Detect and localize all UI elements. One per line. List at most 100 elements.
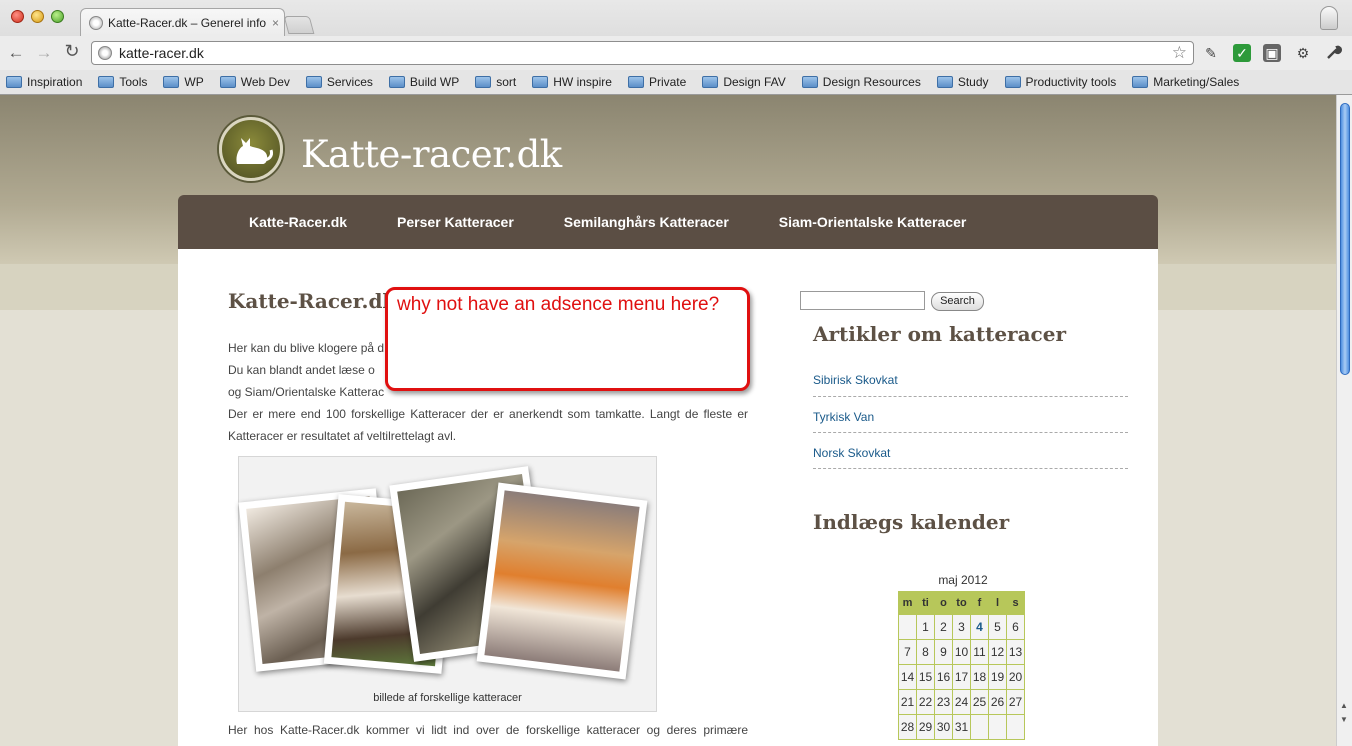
globe-icon xyxy=(98,46,112,60)
bookmark-folder[interactable]: sort xyxy=(475,75,516,89)
bookmark-folder[interactable]: Tools xyxy=(98,75,147,89)
calendar-empty-cell xyxy=(1007,715,1024,739)
calendar-day: 27 xyxy=(1007,690,1024,714)
site-title[interactable]: Katte-racer.dk xyxy=(301,133,562,176)
calendar-empty-cell xyxy=(899,615,916,639)
calendar-header: ti xyxy=(917,592,934,614)
bookmark-folder[interactable]: Marketing/Sales xyxy=(1132,75,1239,89)
folder-icon xyxy=(219,76,236,88)
calendar-day: 13 xyxy=(1007,640,1024,664)
calendar-day: 2 xyxy=(935,615,952,639)
gear-icon[interactable]: ⚙ xyxy=(1294,44,1312,62)
calendar-header: s xyxy=(1007,592,1024,614)
folder-icon xyxy=(98,76,115,88)
post-footer-text: Her hos Katte-Racer.dk kommer vi lidt in… xyxy=(228,723,748,737)
bookmark-star-icon[interactable]: ☆ xyxy=(1172,43,1187,63)
tab-close-icon[interactable]: × xyxy=(272,16,279,30)
calendar-day: 28 xyxy=(899,715,916,739)
url-text[interactable]: katte-racer.dk xyxy=(119,45,204,61)
calendar-day: 30 xyxy=(935,715,952,739)
folder-icon xyxy=(532,76,549,88)
scrollbar-thumb[interactable] xyxy=(1340,103,1350,375)
calendar-day: 1 xyxy=(917,615,934,639)
tab-title: Katte-Racer.dk – Generel info xyxy=(108,15,267,30)
bookmark-folder[interactable]: WP xyxy=(163,75,204,89)
bookmark-folder[interactable]: Design Resources xyxy=(801,75,921,89)
bookmark-folder[interactable]: Design FAV xyxy=(702,75,786,89)
calendar-day: 6 xyxy=(1007,615,1024,639)
forward-arrow-icon[interactable]: → xyxy=(34,43,54,63)
extension-pen-icon[interactable]: ✎ xyxy=(1202,44,1220,62)
calendar-day: 25 xyxy=(971,690,988,714)
image-gallery: billede af forskellige katteracer xyxy=(238,456,657,712)
reload-icon[interactable]: ↻ xyxy=(62,41,82,62)
article-link[interactable]: Tyrkisk Van xyxy=(813,397,1128,433)
nav-item-home[interactable]: Katte-Racer.dk xyxy=(249,214,347,230)
back-arrow-icon[interactable]: ← xyxy=(6,43,26,63)
calendar-day: 17 xyxy=(953,665,970,689)
page-scrollbar[interactable]: ▲ ▼ xyxy=(1336,95,1352,746)
profile-icon[interactable] xyxy=(1320,6,1338,30)
close-window-button[interactable] xyxy=(11,10,24,23)
calendar-day: 11 xyxy=(971,640,988,664)
browser-toolbar: ← → ↻ katte-racer.dk ☆ ✎ ✓ ▣ ⚙ xyxy=(0,36,1352,70)
web-page: Katte-racer.dk Katte-Racer.dk Perser Kat… xyxy=(0,95,1336,746)
post-title[interactable]: Katte-Racer.dk xyxy=(228,289,396,313)
calendar-day: 31 xyxy=(953,715,970,739)
articles-list: Sibirisk Skovkat Tyrkisk Van Norsk Skovk… xyxy=(813,361,1128,469)
bookmark-folder[interactable]: Productivity tools xyxy=(1004,75,1116,89)
folder-icon xyxy=(627,76,644,88)
extension-evernote-icon[interactable]: ✓ xyxy=(1233,44,1251,62)
folder-icon xyxy=(163,76,180,88)
minimize-window-button[interactable] xyxy=(31,10,44,23)
calendar-empty-cell xyxy=(989,715,1006,739)
folder-icon xyxy=(801,76,818,88)
new-tab-button[interactable] xyxy=(283,16,315,34)
search-button[interactable]: Search xyxy=(931,292,984,311)
article-link[interactable]: Norsk Skovkat xyxy=(813,433,1128,469)
nav-item-semilanghaar[interactable]: Semilanghårs Katteracer xyxy=(564,214,729,230)
folder-icon xyxy=(1004,76,1021,88)
bookmark-folder[interactable]: Study xyxy=(936,75,989,89)
calendar-day: 3 xyxy=(953,615,970,639)
search-input[interactable] xyxy=(800,291,925,310)
folder-icon xyxy=(6,76,22,88)
bookmark-folder[interactable]: Build WP xyxy=(388,75,459,89)
bookmark-folder[interactable]: HW inspire xyxy=(532,75,612,89)
calendar-header: f xyxy=(971,592,988,614)
nav-item-siam[interactable]: Siam-Orientalske Katteracer xyxy=(779,214,967,230)
scroll-down-icon[interactable]: ▼ xyxy=(1340,715,1348,724)
calendar-day: 18 xyxy=(971,665,988,689)
scroll-up-icon[interactable]: ▲ xyxy=(1340,701,1348,710)
folder-icon xyxy=(702,76,719,88)
calendar-day[interactable]: 4 xyxy=(971,615,988,639)
calendar-day: 16 xyxy=(935,665,952,689)
folder-icon xyxy=(936,76,953,88)
article-link[interactable]: Sibirisk Skovkat xyxy=(813,361,1128,397)
address-bar[interactable]: katte-racer.dk ☆ xyxy=(91,41,1194,65)
calendar-day: 15 xyxy=(917,665,934,689)
bookmarks-bar: Inspiration Tools WP Web Dev Services Bu… xyxy=(0,70,1352,94)
bookmark-folder[interactable]: Inspiration xyxy=(6,75,82,89)
gallery-caption: billede af forskellige katteracer xyxy=(373,692,522,704)
bookmark-folder[interactable]: Private xyxy=(627,75,686,89)
post-calendar: m ti o to f l s 1 2 3 4 5 6 7 8 9 10 11 12 13 14 15 16 1… xyxy=(898,591,1025,740)
browser-tab[interactable]: Katte-Racer.dk – Generel info × xyxy=(80,8,285,36)
folder-icon xyxy=(388,76,405,88)
folder-icon xyxy=(475,76,492,88)
main-nav: Katte-Racer.dk Perser Katteracer Semilan… xyxy=(178,195,1158,249)
wrench-icon[interactable] xyxy=(1325,44,1343,62)
calendar-header: o xyxy=(935,592,952,614)
extension-screenshot-icon[interactable]: ▣ xyxy=(1263,44,1281,62)
nav-item-perser[interactable]: Perser Katteracer xyxy=(397,214,514,230)
calendar-day: 19 xyxy=(989,665,1006,689)
calendar-day: 12 xyxy=(989,640,1006,664)
cat-logo-icon[interactable] xyxy=(219,117,283,181)
bookmark-folder[interactable]: Web Dev xyxy=(219,75,290,89)
bookmark-folder[interactable]: Services xyxy=(305,75,373,89)
zoom-window-button[interactable] xyxy=(51,10,64,23)
calendar-day: 20 xyxy=(1007,665,1024,689)
calendar-day: 23 xyxy=(935,690,952,714)
globe-icon xyxy=(89,15,103,30)
browser-chrome: Katte-Racer.dk – Generel info × ← → ↻ ka… xyxy=(0,0,1352,95)
